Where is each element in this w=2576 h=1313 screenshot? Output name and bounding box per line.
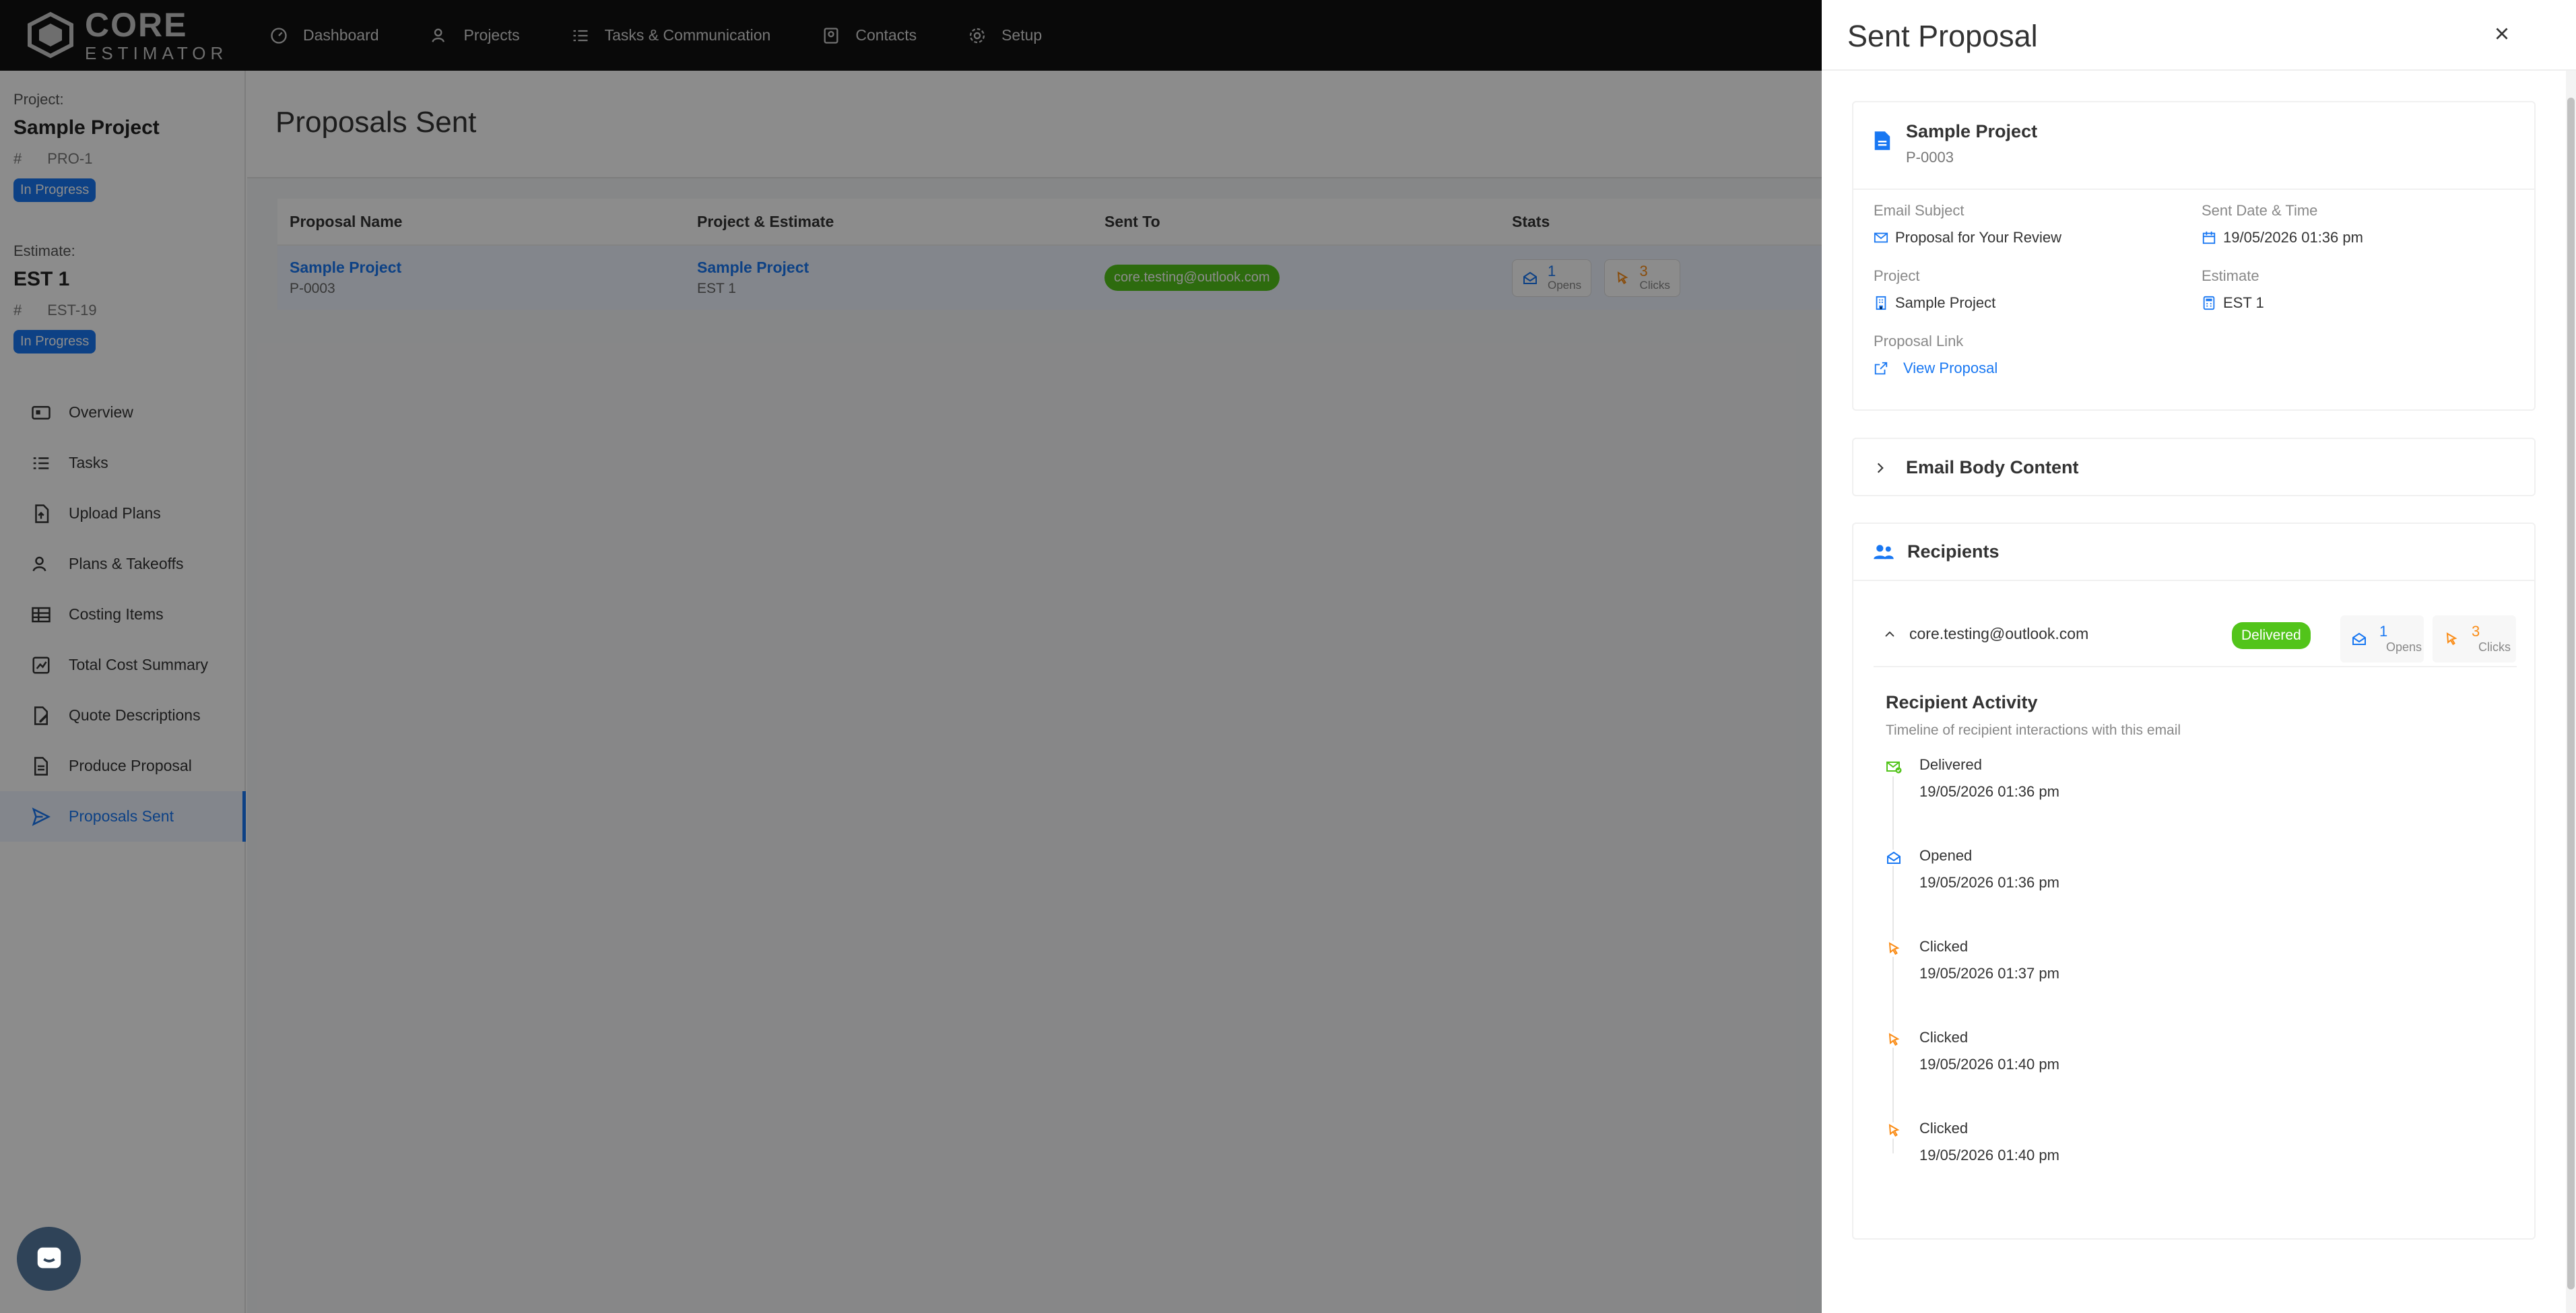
drawer-header: Sent Proposal: [1822, 0, 2576, 71]
email-subject-value: Proposal for Your Review: [1895, 229, 2062, 246]
proposal-link-field: Proposal Link View Proposal: [1874, 333, 1997, 377]
document-icon: [1874, 131, 1890, 150]
estimate-label: Estimate: [2202, 267, 2259, 284]
activity-timeline: Delivered 19/05/2026 01:36 pm Opened 19/…: [1886, 756, 2492, 1211]
close-button[interactable]: [2488, 20, 2515, 47]
external-link-icon: [1874, 362, 1888, 375]
estimate-field: Estimate EST 1: [2202, 267, 2264, 312]
chat-launcher-button[interactable]: [17, 1227, 81, 1291]
timeline-status: Clicked: [1919, 1029, 1969, 1046]
email-body-label: Email Body Content: [1906, 457, 2079, 477]
clicks-count: 3: [2472, 623, 2480, 640]
timeline-item: Clicked 19/05/2026 01:40 pm: [1886, 1029, 2492, 1120]
proposal-title: Sample Project: [1906, 121, 2038, 141]
delivered-icon: [1886, 759, 1902, 775]
proposal-link-label: Proposal Link: [1874, 333, 1964, 349]
email-subject-label: Email Subject: [1874, 202, 1964, 219]
recipient-activity-title: Recipient Activity: [1886, 692, 2038, 712]
close-icon: [2496, 28, 2508, 40]
timeline-time: 19/05/2026 01:36 pm: [1919, 874, 2059, 891]
project-label: Project: [1874, 267, 1920, 284]
email-subject-field: Email Subject Proposal for Your Review: [1874, 202, 2061, 246]
divider: [1853, 189, 2534, 190]
estimate-value: EST 1: [2223, 294, 2264, 311]
calendar-icon: [2202, 231, 2216, 244]
proposal-code: P-0003: [1906, 149, 1954, 166]
timeline-status: Clicked: [1919, 1120, 1969, 1137]
sent-datetime-value: 19/05/2026 01:36 pm: [2223, 229, 2363, 246]
timeline-item: Clicked 19/05/2026 01:40 pm: [1886, 1120, 2492, 1211]
timeline-status: Opened: [1919, 847, 1973, 864]
timeline-status: Clicked: [1919, 938, 1969, 955]
view-proposal-link[interactable]: View Proposal: [1874, 360, 1997, 377]
timeline-item: Clicked 19/05/2026 01:37 pm: [1886, 938, 2492, 1029]
opens-count: 1: [2379, 623, 2388, 640]
opened-icon: [1886, 850, 1902, 866]
drawer-title: Sent Proposal: [1847, 19, 2038, 53]
project-field: Project Sample Project: [1874, 267, 1995, 312]
recipients-card: Recipients core.testing@outlook.com Deli…: [1852, 523, 2536, 1240]
timeline-item: Opened 19/05/2026 01:36 pm: [1886, 847, 2492, 938]
chevron-right-icon: [1877, 463, 1884, 473]
recipient-email: core.testing@outlook.com: [1909, 625, 2089, 642]
opens-stat: 1 Opens: [2340, 615, 2424, 663]
sent-datetime-field: Sent Date & Time 19/05/2026 01:36 pm: [2202, 202, 2363, 246]
scrollbar-thumb[interactable]: [2567, 98, 2575, 1289]
project-value: Sample Project: [1895, 294, 1996, 311]
calculator-icon: [2203, 296, 2215, 310]
email-body-accordion[interactable]: Email Body Content: [1852, 438, 2536, 496]
recipients-label: Recipients: [1907, 541, 2000, 562]
drawer-scrollbar[interactable]: [2566, 71, 2576, 1313]
click-icon: [2446, 632, 2457, 646]
chat-icon: [37, 1247, 61, 1268]
timeline-item: Delivered 19/05/2026 01:36 pm: [1886, 756, 2492, 847]
timeline-time: 19/05/2026 01:36 pm: [1919, 783, 2059, 800]
timeline-time: 19/05/2026 01:37 pm: [1919, 965, 2059, 982]
click-icon: [1886, 1122, 1902, 1139]
delivered-badge: Delivered: [2232, 622, 2311, 649]
modal-overlay[interactable]: [0, 0, 1822, 1313]
click-icon: [1886, 1032, 1902, 1048]
users-icon: [1874, 544, 1894, 559]
building-icon: [1876, 296, 1886, 310]
chevron-up-icon: [1885, 631, 1894, 637]
recipient-activity-subtitle: Timeline of recipient interactions with …: [1886, 722, 2181, 738]
sent-proposal-drawer: Sent Proposal Sample Project P-0003 Emai…: [1822, 0, 2576, 1313]
click-icon: [1886, 941, 1902, 957]
sent-datetime-label: Sent Date & Time: [2202, 202, 2318, 219]
proposal-details-card: Sample Project P-0003 Email Subject Prop…: [1852, 101, 2536, 411]
timeline-time: 19/05/2026 01:40 pm: [1919, 1056, 2059, 1073]
timeline-status: Delivered: [1919, 756, 1982, 773]
clicks-stat: 3 Clicks: [2433, 615, 2516, 663]
opens-label: Opens: [2386, 640, 2422, 654]
mail-icon: [1874, 232, 1888, 243]
clicks-label: Clicks: [2478, 640, 2511, 654]
opened-icon: [2352, 632, 2366, 645]
timeline-time: 19/05/2026 01:40 pm: [1919, 1147, 2059, 1164]
recipient-row[interactable]: core.testing@outlook.com Delivered 1 Ope…: [1874, 610, 2517, 667]
view-proposal-label: View Proposal: [1903, 360, 1998, 376]
